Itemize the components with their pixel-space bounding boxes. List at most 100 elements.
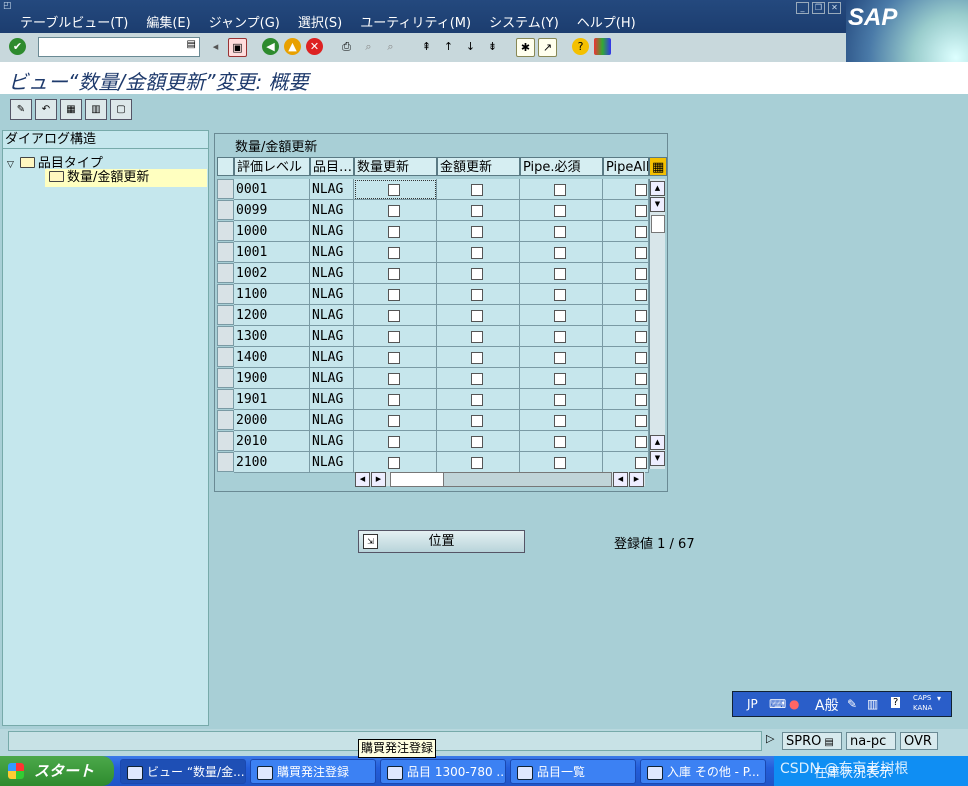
exit-icon[interactable]: ▲: [284, 38, 301, 55]
row-selector[interactable]: [217, 452, 234, 472]
checkbox[interactable]: [471, 289, 483, 301]
checkbox[interactable]: [388, 394, 400, 406]
scroll-down-icon[interactable]: ▼: [650, 197, 665, 212]
checkbox[interactable]: [554, 415, 566, 427]
first-page-icon[interactable]: ⇞: [418, 38, 435, 55]
checkbox[interactable]: [471, 226, 483, 238]
minimize-icon[interactable]: _: [796, 2, 809, 14]
transaction-field[interactable]: SPRO ▤: [782, 732, 842, 750]
qty-update-checkbox[interactable]: [354, 389, 437, 410]
taskbar-item-material[interactable]: 品目 1300-780 ...: [380, 759, 506, 784]
checkbox[interactable]: [388, 184, 400, 196]
checkbox[interactable]: [388, 436, 400, 448]
pipe-mandatory-checkbox[interactable]: [520, 242, 603, 263]
checkbox[interactable]: [471, 457, 483, 469]
checkbox[interactable]: [554, 457, 566, 469]
checkbox[interactable]: [471, 247, 483, 259]
menu-help[interactable]: ヘルプ(H): [577, 12, 636, 31]
start-button[interactable]: スタート: [0, 756, 114, 786]
checkbox[interactable]: [388, 352, 400, 364]
value-update-checkbox[interactable]: [437, 347, 520, 368]
checkbox[interactable]: [554, 289, 566, 301]
next-page-icon[interactable]: ↓: [462, 38, 479, 55]
qty-update-checkbox[interactable]: [354, 263, 437, 284]
ime-pad-icon[interactable]: ●: [789, 697, 799, 711]
back-icon[interactable]: ◀: [262, 38, 279, 55]
checkbox[interactable]: [388, 415, 400, 427]
taskbar-item-material-list[interactable]: 品目一覧: [510, 759, 636, 784]
checkbox[interactable]: [635, 373, 647, 385]
checkbox[interactable]: [635, 352, 647, 364]
column-header-value-update[interactable]: 金額更新: [437, 157, 520, 176]
position-button[interactable]: ⇲ 位置: [358, 530, 525, 553]
value-update-checkbox[interactable]: [437, 326, 520, 347]
checkbox[interactable]: [388, 457, 400, 469]
checkbox[interactable]: [471, 268, 483, 280]
layout-icon[interactable]: [594, 38, 611, 55]
row-selector[interactable]: [217, 326, 234, 346]
scroll-thumb[interactable]: [651, 215, 665, 233]
checkbox[interactable]: [554, 247, 566, 259]
checkbox[interactable]: [471, 373, 483, 385]
pipe-allowed-checkbox[interactable]: [603, 326, 649, 347]
command-history-icon[interactable]: ▤: [187, 39, 196, 50]
ime-lang[interactable]: JP: [747, 697, 758, 711]
checkbox[interactable]: [471, 310, 483, 322]
row-selector[interactable]: [217, 347, 234, 367]
scroll-right-icon[interactable]: ▶: [371, 472, 386, 487]
qty-update-checkbox[interactable]: [354, 347, 437, 368]
shortcut-icon[interactable]: ↗: [538, 38, 557, 57]
pipe-mandatory-checkbox[interactable]: [520, 179, 603, 200]
row-selector[interactable]: [217, 221, 234, 241]
checkbox[interactable]: [388, 247, 400, 259]
new-session-icon[interactable]: ✱: [516, 38, 535, 57]
qty-update-checkbox[interactable]: [354, 368, 437, 389]
checkbox[interactable]: [635, 457, 647, 469]
input-mode[interactable]: A般: [815, 695, 839, 715]
display-change-icon[interactable]: ✎: [10, 99, 32, 120]
checkbox[interactable]: [635, 436, 647, 448]
checkbox[interactable]: [635, 184, 647, 196]
pipe-mandatory-checkbox[interactable]: [520, 431, 603, 452]
qty-update-checkbox[interactable]: [354, 179, 437, 200]
checkbox[interactable]: [635, 247, 647, 259]
checkbox[interactable]: [471, 436, 483, 448]
value-update-checkbox[interactable]: [437, 305, 520, 326]
hscroll-thumb[interactable]: [391, 473, 444, 486]
checkbox[interactable]: [635, 394, 647, 406]
pipe-mandatory-checkbox[interactable]: [520, 389, 603, 410]
pipe-allowed-checkbox[interactable]: [603, 221, 649, 242]
checkbox[interactable]: [554, 436, 566, 448]
checkbox[interactable]: [388, 331, 400, 343]
undo-icon[interactable]: ↶: [35, 99, 57, 120]
taskbar-item-po-create[interactable]: 購買発注登録: [250, 759, 376, 784]
menu-edit[interactable]: 編集(E): [146, 12, 190, 31]
checkbox[interactable]: [635, 415, 647, 427]
scroll-first-col-icon[interactable]: ◀: [613, 472, 628, 487]
taskbar-item-view[interactable]: ビュー “数量/金...: [120, 759, 246, 784]
qty-update-checkbox[interactable]: [354, 200, 437, 221]
checkbox[interactable]: [471, 184, 483, 196]
pipe-mandatory-checkbox[interactable]: [520, 347, 603, 368]
value-update-checkbox[interactable]: [437, 431, 520, 452]
pipe-mandatory-checkbox[interactable]: [520, 410, 603, 431]
checkbox[interactable]: [635, 226, 647, 238]
cancel-icon[interactable]: ✕: [306, 38, 323, 55]
checkbox[interactable]: [554, 268, 566, 280]
value-update-checkbox[interactable]: [437, 242, 520, 263]
pipe-allowed-checkbox[interactable]: [603, 200, 649, 221]
row-selector[interactable]: [217, 179, 234, 199]
checkbox[interactable]: [635, 289, 647, 301]
checkbox[interactable]: [635, 268, 647, 280]
select-all-icon[interactable]: ▦: [60, 99, 82, 120]
qty-update-checkbox[interactable]: [354, 242, 437, 263]
checkbox[interactable]: [388, 289, 400, 301]
scroll-last-col-icon[interactable]: ▶: [629, 472, 644, 487]
checkbox[interactable]: [388, 310, 400, 322]
column-header-pipe-mandatory[interactable]: Pipe.必須: [520, 157, 603, 176]
pipe-allowed-checkbox[interactable]: [603, 347, 649, 368]
checkbox[interactable]: [635, 331, 647, 343]
print-icon[interactable]: ⎙: [338, 38, 355, 55]
checkbox[interactable]: [471, 205, 483, 217]
row-selector[interactable]: [217, 263, 234, 283]
